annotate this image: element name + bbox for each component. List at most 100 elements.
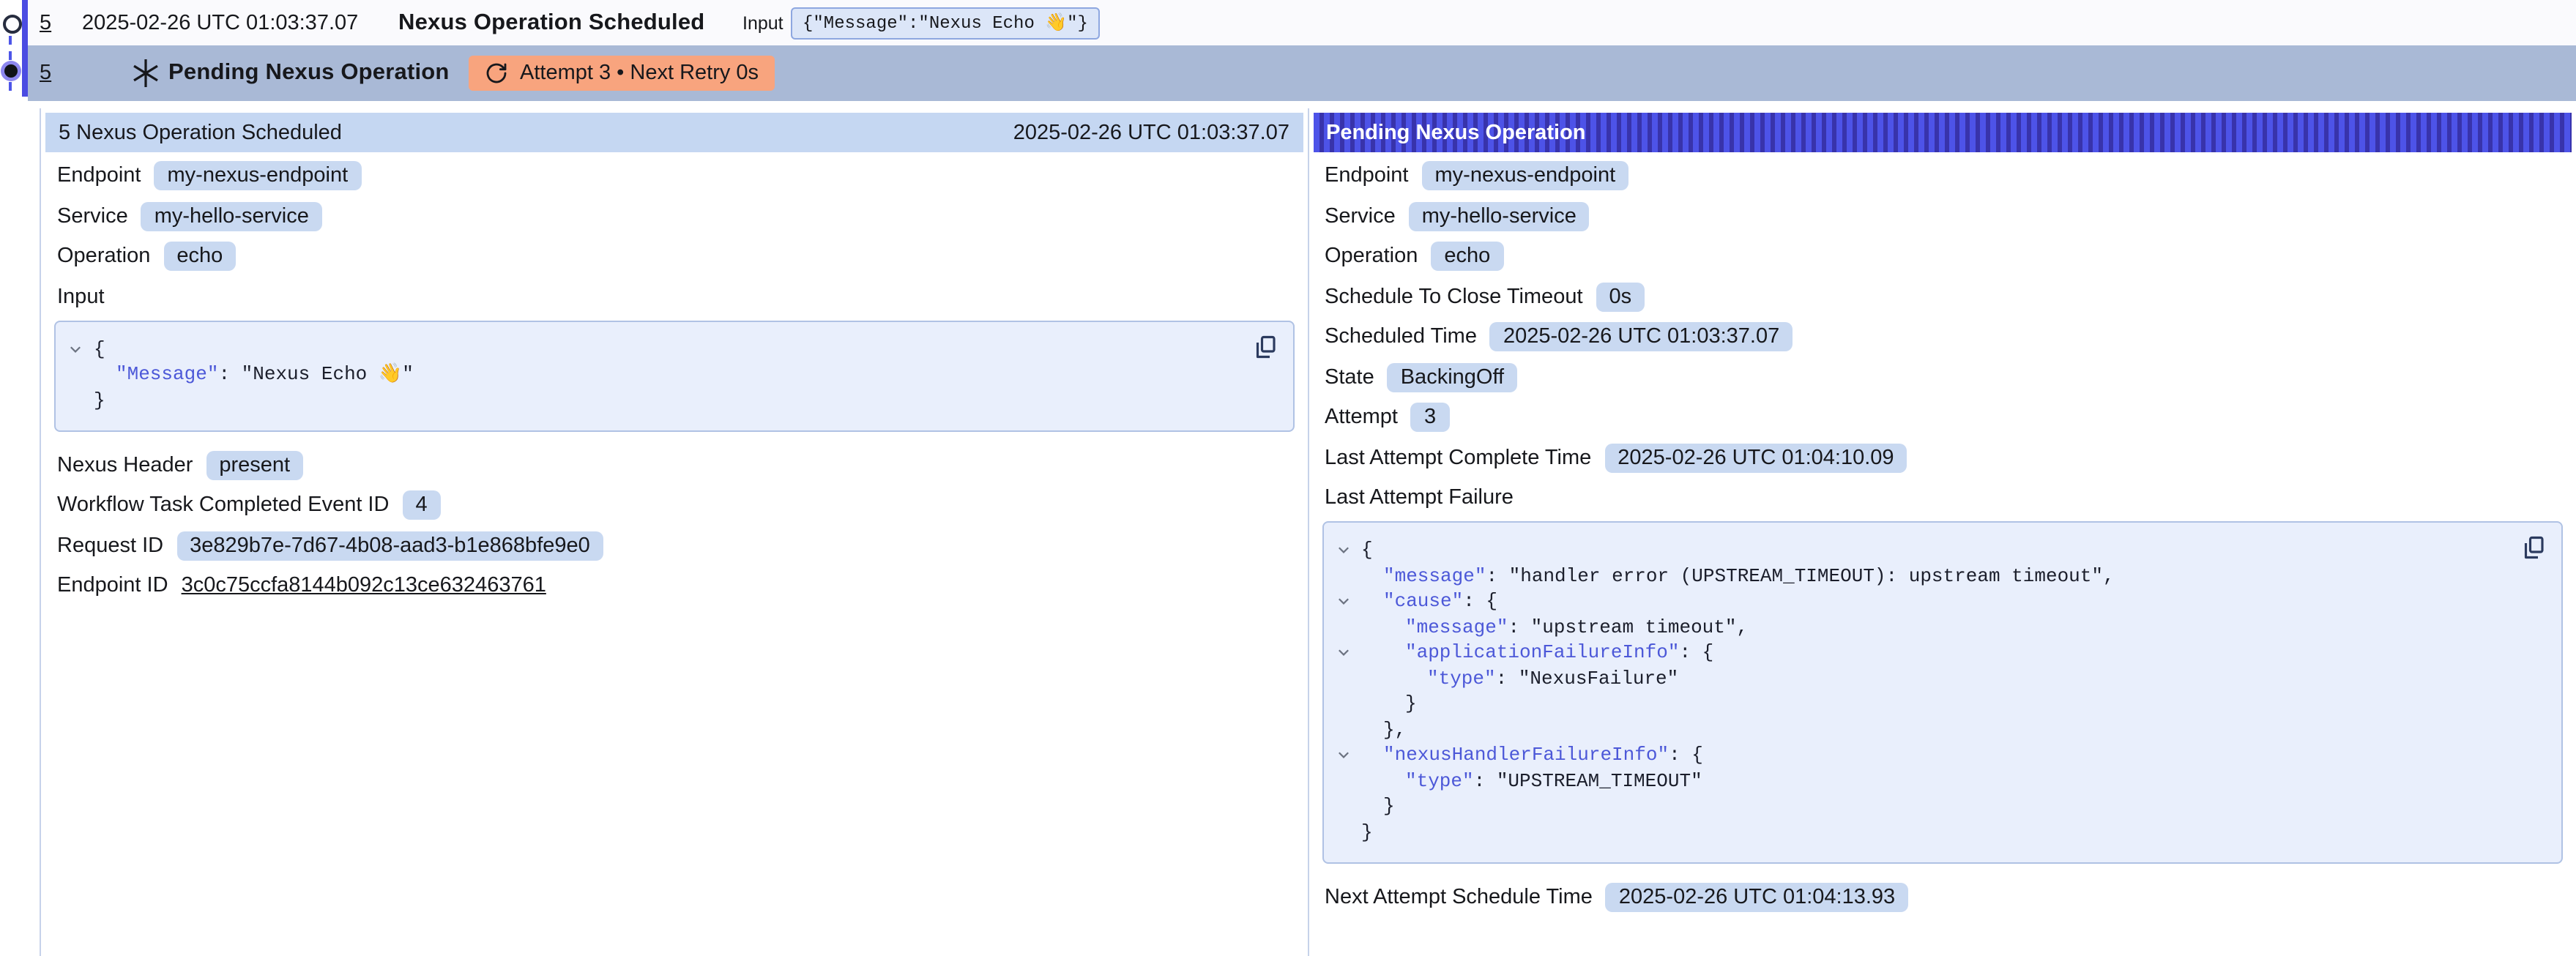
field-label: State [1325,365,1374,389]
copy-icon[interactable] [2520,534,2547,561]
field-label: Workflow Task Completed Event ID [57,493,389,517]
json-text: : { [1679,641,1713,663]
detail-field-row: Schedule To Close Timeout0s [1325,280,2572,313]
right-fields-bottom: Next Attempt Schedule Time2025-02-26 UTC… [1313,880,2572,914]
code-line: "type": "UPSTREAM_TIMEOUT" [1323,768,2497,793]
json-text: }, [1383,718,1406,740]
field-value-badge: 2025-02-26 UTC 01:03:37.07 [1490,322,1793,351]
json-key-text: "cause" [1383,590,1463,612]
chevron-down-icon[interactable] [67,340,83,356]
code-line: { [56,336,1228,362]
detail-field-row: Service my-hello-service [1325,199,2572,233]
detail-field-row: Next Attempt Schedule Time2025-02-26 UTC… [1325,880,2572,914]
left-panel-timestamp: 2025-02-26 UTC 01:03:37.07 [1013,121,1289,144]
pending-id-link[interactable]: 5 [40,61,51,85]
detail-field-row: Endpointmy-nexus-endpoint [57,159,1303,193]
detail-field-row: Operation echo [57,239,1303,273]
right-fields-top: Endpoint my-nexus-endpoint Service my-hello… [1313,159,2572,474]
endpoint-id-link[interactable]: 3c0c75ccfa8144b092c13ce632463761 [182,574,546,597]
copy-icon[interactable] [1251,333,1278,359]
timeline-gutter [0,0,29,102]
code-line: } [1323,819,2497,845]
json-text: { [1361,539,1373,561]
event-input-label: Input [742,12,783,33]
field-value-badge: echo [163,242,236,271]
json-text: : "NexusFailure" [1496,667,1679,689]
failure-section-label: Last Attempt Failure [1325,486,1514,509]
field-value-badge: my-hello-service [1409,201,1590,231]
code-line: "cause": { [1323,589,2497,614]
retry-icon [485,61,508,85]
code-line: "message": "handler error (UPSTREAM_TIME… [1323,563,2497,589]
field-value-badge: 4 [402,490,440,520]
code-line: { [1323,537,2497,563]
right-panel-header: Pending Nexus Operation [1313,113,2572,152]
code-line: "nexusHandlerFailureInfo": { [1323,742,2497,768]
detail-field-row: Endpoint my-nexus-endpoint [1325,159,2572,193]
field-label: Schedule To Close Timeout [1325,285,1583,308]
code-line: }, [1323,717,2497,742]
json-key-text: "message" [1383,564,1486,586]
event-title: Nexus Operation Scheduled [398,10,704,36]
detail-field-row: Last Attempt Complete Time2025-02-26 UTC… [1325,441,2572,474]
event-id-link[interactable]: 5 [40,11,51,34]
chevron-down-icon[interactable] [1335,542,1351,558]
detail-field-row: Servicemy-hello-service [57,199,1303,233]
json-text: : "UPSTREAM_TIMEOUT" [1474,769,1702,791]
code-line: "message": "upstream timeout", [1323,614,2497,640]
json-key-text: "applicationFailureInfo" [1405,641,1679,663]
json-key-text: "type" [1405,769,1474,791]
code-line: } [1323,691,2497,717]
detail-field-row: StateBackingOff [1325,360,2572,394]
field-value-badge: 3 [1411,403,1449,432]
field-value-badge: 3e829b7e-7d67-4b08-aad3-b1e868bfe9e0 [176,531,603,560]
code-line: "applicationFailureInfo": { [1323,640,2497,665]
json-key-text: "nexusHandlerFailureInfo" [1383,744,1669,766]
json-text: : "Nexus Echo 👋" [218,363,413,385]
field-label: Operation [57,244,150,268]
field-label: Service [1325,204,1396,228]
left-panel-header: 5 Nexus Operation Scheduled 2025-02-26 U… [45,113,1303,152]
field-label: Endpoint ID [57,574,168,597]
pending-asterisk-icon [132,58,160,89]
json-key-text: "type" [1427,667,1496,689]
field-value-badge: present [206,450,303,479]
detail-field-row: Request ID3e829b7e-7d67-4b08-aad3-b1e868… [57,529,1303,562]
detail-field-row: Nexus Header present [57,448,1303,482]
failure-section-row: Last Attempt Failure [1325,481,2572,515]
json-text: : { [1669,744,1703,766]
left-fields-top: Endpointmy-nexus-endpoint Servicemy-hello… [45,159,1303,273]
failure-json-block: {"message": "handler error (UPSTREAM_TIM… [1322,521,2563,864]
field-value-badge: my-nexus-endpoint [1422,161,1629,190]
chevron-down-icon[interactable] [1335,747,1351,763]
field-label: Endpoint [1325,164,1409,187]
code-line: "Message": "Nexus Echo 👋" [56,362,1228,387]
json-text: } [94,389,105,411]
chevron-down-icon[interactable] [1335,644,1351,660]
field-label: Service [57,204,128,228]
field-label: Operation [1325,244,1418,268]
timeline-node-current-icon [4,64,17,77]
json-text: } [1383,795,1395,817]
json-text: { [94,337,105,359]
json-text: } [1405,692,1417,714]
field-value-badge: echo [1431,242,1503,271]
timeline-accent-bar [22,0,28,97]
event-row-nexus-operation-scheduled[interactable]: 5 2025-02-26 UTC 01:03:37.07 Nexus Opera… [28,0,2576,45]
left-panel-title: 5 Nexus Operation Scheduled [59,121,342,144]
json-text: : "handler error (UPSTREAM_TIMEOUT): ups… [1486,564,2114,586]
detail-field-row: Operation echo [1325,239,2572,273]
panel-nexus-operation-scheduled: 5 Nexus Operation Scheduled 2025-02-26 U… [41,108,1309,956]
json-key-text: "Message" [116,363,218,385]
chevron-down-icon[interactable] [1335,593,1351,609]
event-input-value-chip[interactable]: {"Message":"Nexus Echo 👋"} [791,7,1100,39]
detail-field-row: Workflow Task Completed Event ID 4 [57,488,1303,522]
code-line: } [56,387,1228,413]
field-value-badge: 2025-02-26 UTC 01:04:10.09 [1604,443,1907,472]
event-row-pending-nexus-operation[interactable]: 5 Pending Nexus Operation Attempt 3 • Ne… [28,45,2576,101]
retry-attempt-badge: Attempt 3 • Next Retry 0s [469,56,775,91]
input-section-label: Input [57,285,105,308]
event-timestamp: 2025-02-26 UTC 01:03:37.07 [82,11,358,34]
field-label: Nexus Header [57,453,193,477]
detail-field-row: Attempt3 [1325,400,2572,434]
